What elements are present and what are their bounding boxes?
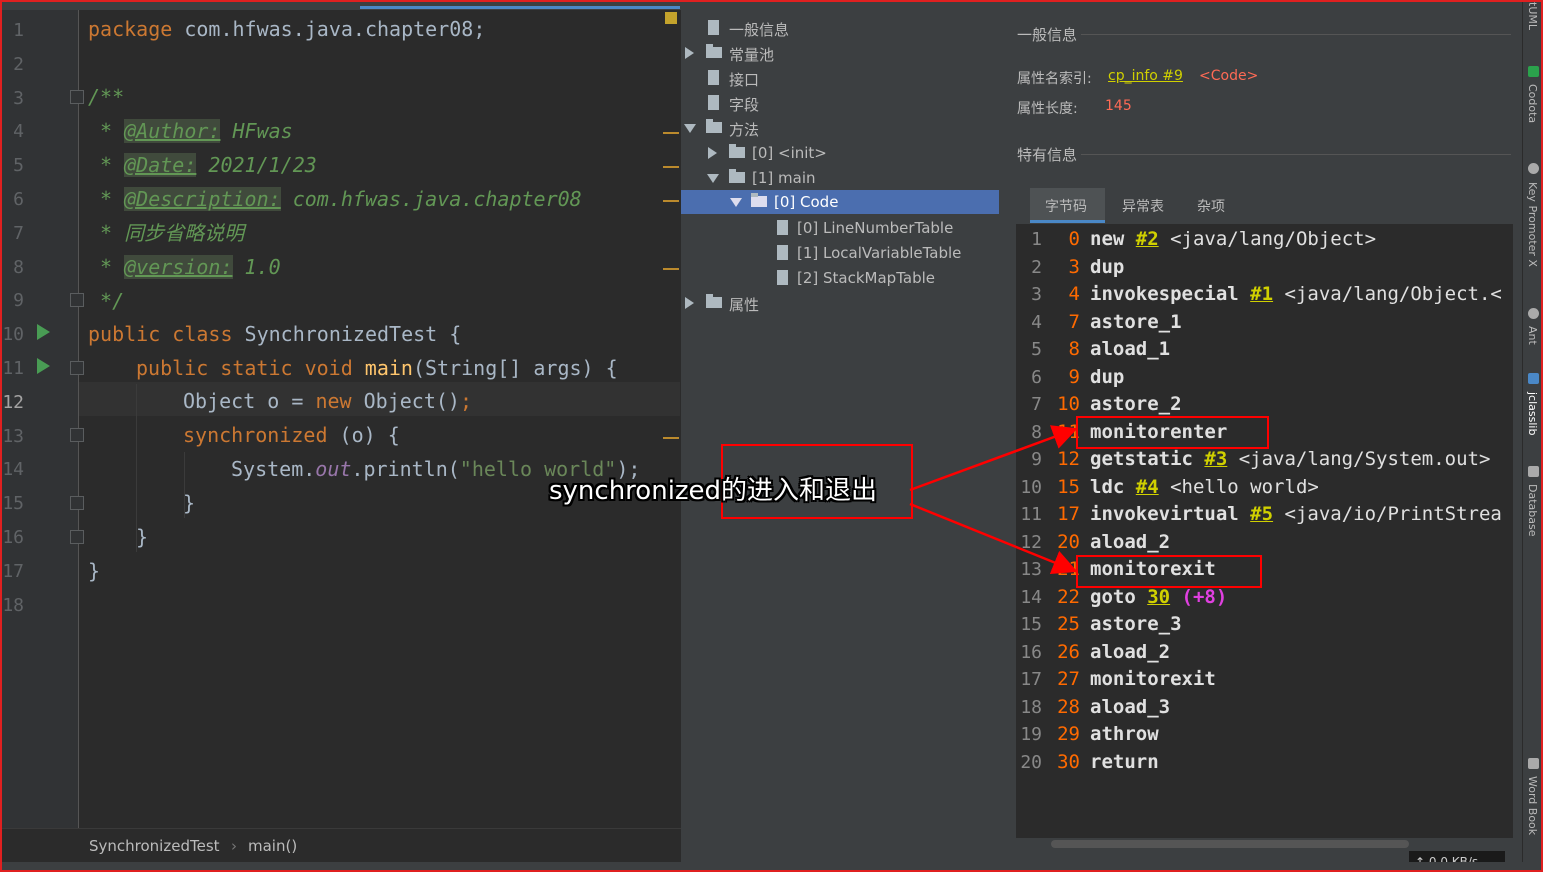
annotation-arrows: [909, 425, 1078, 575]
annotation-label: synchronized的进入和退出: [549, 476, 878, 506]
arrow-to-monitorenter: [909, 425, 1078, 492]
arrow-to-monitorexit: [909, 502, 1078, 575]
